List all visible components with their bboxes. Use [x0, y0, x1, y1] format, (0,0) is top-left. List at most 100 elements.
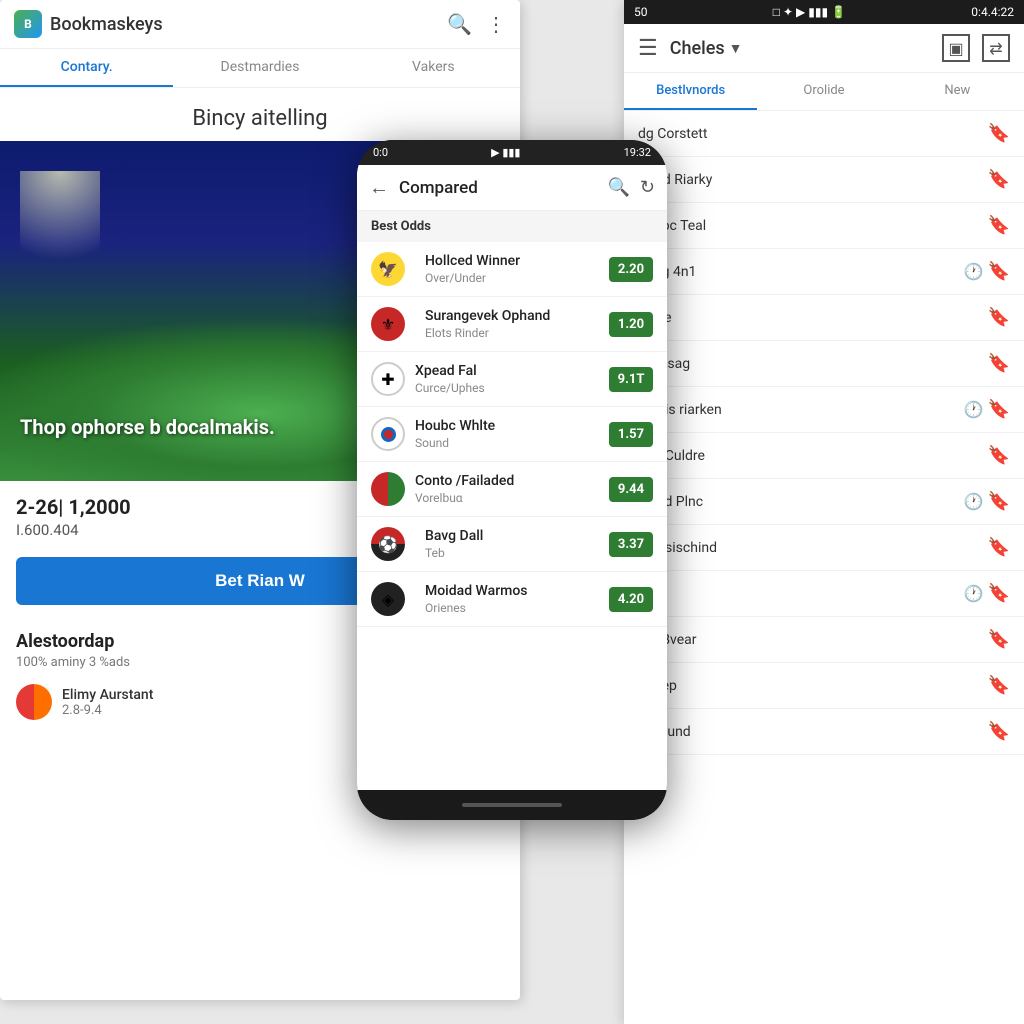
- phone-status-bar: 0:0 ▶ ▮▮▮ 19:32: [357, 140, 667, 165]
- bookmark-icon: 🔖: [988, 307, 1010, 328]
- right-item-name: ami Culdre: [638, 448, 988, 464]
- app-icon-text: B: [24, 17, 32, 31]
- status-icons: □ ✦ ▶ ▮▮▮ 🔋: [773, 5, 846, 19]
- clock-icon: 🕐: [964, 400, 984, 419]
- status-left: 50: [634, 5, 648, 19]
- item-info: Bavg Dall Teb: [425, 528, 609, 560]
- bookmark-icon: 🔖: [988, 261, 1010, 282]
- odds-badge: 4.20: [609, 587, 653, 612]
- phone-list-item[interactable]: ◈ Moidad Warmos Orienes 4.20: [357, 572, 667, 627]
- tab-vakers[interactable]: Vakers: [347, 49, 520, 87]
- right-list-item[interactable]: rning 4n1 🕐 🔖: [624, 249, 1024, 295]
- tab-bestlvnords[interactable]: Bestlvnords: [624, 73, 757, 110]
- clock-icon: 🕐: [964, 492, 984, 511]
- bookmark-icon: 🔖: [988, 675, 1010, 696]
- odds-badge: 1.57: [609, 422, 653, 447]
- right-list-item[interactable]: get Bvear 🔖: [624, 617, 1024, 663]
- phone-list-item[interactable]: Conto /Failaded Vorelbuα 9.44: [357, 462, 667, 517]
- right-list-item[interactable]: ami Culdre 🔖: [624, 433, 1024, 479]
- team-logo: ⚽: [371, 527, 415, 561]
- bookmark-icon: 🔖: [988, 583, 1010, 604]
- team-logo: ✚: [371, 362, 405, 396]
- team-logo: [371, 472, 405, 506]
- back-arrow-icon[interactable]: ←: [369, 175, 389, 200]
- right-list-item[interactable]: ings 🕐 🔖: [624, 571, 1024, 617]
- stadium-overlay-text: Thop ophorse b docalmakis.: [20, 413, 275, 441]
- team-logo: ◈: [371, 582, 415, 616]
- item-name: Xpead Fal: [415, 363, 609, 379]
- more-icon[interactable]: ⋮: [486, 12, 506, 36]
- phone-list-item[interactable]: 🦅 Hollced Winner Over/Under 2.20: [357, 242, 667, 297]
- transfer-icon[interactable]: ⇄: [982, 34, 1010, 62]
- right-list-item[interactable]: dg Corstett 🔖: [624, 111, 1024, 157]
- odds-badge: 3.37: [609, 532, 653, 557]
- section-title: Bincy aitelling: [0, 88, 520, 141]
- right-item-name: TY Usag: [638, 356, 988, 372]
- right-list-item[interactable]: d arep 🔖: [624, 663, 1024, 709]
- right-top-bar: ☰ Cheles ▼ ▣ ⇄: [624, 24, 1024, 73]
- top-bar-icons: 🔍 ⋮: [447, 12, 506, 36]
- left-tabs: Contary. Destmardies Vakers: [0, 49, 520, 88]
- right-list-item[interactable]: gnolis riarken 🕐 🔖: [624, 387, 1024, 433]
- phone-list-item[interactable]: Houbc Whlte Sound 1.57: [357, 407, 667, 462]
- right-list-item[interactable]: rrited Riarky 🔖: [624, 157, 1024, 203]
- phone-list-item[interactable]: ⚽ Bavg Dall Teb 3.37: [357, 517, 667, 572]
- bookmark-icon: 🔖: [988, 353, 1010, 374]
- phone-list-item[interactable]: ⚜ Surangevek Ophand Elots Rinder 1.20: [357, 297, 667, 352]
- phone-refresh-icon[interactable]: ↻: [640, 177, 655, 198]
- item-sub: Vorelbuα: [415, 491, 609, 505]
- right-item-name: dg Corstett: [638, 126, 988, 142]
- tab-orolide[interactable]: Orolide: [757, 73, 890, 110]
- team-logo: 🦅: [371, 252, 415, 286]
- hamburger-icon[interactable]: ☰: [638, 36, 658, 61]
- item-sub: Sound: [415, 436, 609, 450]
- dropdown-arrow-icon[interactable]: ▼: [729, 40, 743, 57]
- phone-list: 🦅 Hollced Winner Over/Under 2.20 ⚜ Suran…: [357, 242, 667, 790]
- right-list-item[interactable]: TY Usag 🔖: [624, 341, 1024, 387]
- bookmark-icon: 🔖: [988, 721, 1010, 742]
- left-top-bar: B Bookmaskeys 🔍 ⋮: [0, 0, 520, 49]
- search-icon[interactable]: 🔍: [447, 12, 472, 36]
- item-sub: Curce/Uphes: [415, 381, 609, 395]
- odds-badge: 9.44: [609, 477, 653, 502]
- payment-info: Elimy Aurstant 2.8-9.4: [62, 687, 153, 718]
- right-top-icons: ▣ ⇄: [942, 34, 1010, 62]
- bookmark-icon: 🔖: [988, 123, 1010, 144]
- payment-icon: [16, 684, 52, 720]
- payment-amount: 2.8-9.4: [62, 703, 153, 718]
- item-sub: Teb: [425, 546, 609, 560]
- right-title-text: Cheles: [670, 38, 725, 59]
- bookmark-icon: 🔖: [988, 169, 1010, 190]
- phone-list-item[interactable]: ✚ Xpead Fal Curce/Uphes 9.1T: [357, 352, 667, 407]
- tab-contary[interactable]: Contary.: [0, 49, 173, 87]
- tab-new[interactable]: New: [891, 73, 1024, 110]
- status-time: 0:4.4:22: [971, 5, 1014, 19]
- right-list-item[interactable]: luded Plnc 🕐 🔖: [624, 479, 1024, 525]
- odds-badge: 2.20: [609, 257, 653, 282]
- right-title: Cheles ▼: [670, 38, 942, 59]
- right-list-item[interactable]: lovife 🔖: [624, 295, 1024, 341]
- right-list-item[interactable]: ldlesund 🔖: [624, 709, 1024, 755]
- phone-header: ← Compared 🔍 ↻: [357, 165, 667, 211]
- right-item-name: rrited Riarky: [638, 172, 988, 188]
- right-list-item[interactable]: e Besischind 🔖: [624, 525, 1024, 571]
- item-name: Conto /Failaded: [415, 473, 609, 489]
- phone-status-left: 0:0: [373, 146, 388, 159]
- right-item-name: rning 4n1: [638, 264, 964, 280]
- grid-icon[interactable]: ▣: [942, 34, 970, 62]
- item-info: Xpead Fal Curce/Uphes: [415, 363, 609, 395]
- item-name: Hollced Winner: [425, 253, 609, 269]
- item-name: Bavg Dall: [425, 528, 609, 544]
- bookmark-icon: 🔖: [988, 629, 1010, 650]
- phone-bottom-bar: [357, 790, 667, 820]
- right-status-bar: 50 □ ✦ ▶ ▮▮▮ 🔋 0:4.4:22: [624, 0, 1024, 24]
- phone-search-icon[interactable]: 🔍: [607, 177, 629, 198]
- tab-destmardies[interactable]: Destmardies: [173, 49, 346, 87]
- item-info: Houbc Whlte Sound: [415, 418, 609, 450]
- clock-icon: 🕐: [964, 584, 984, 603]
- item-info: Hollced Winner Over/Under: [425, 253, 609, 285]
- overlay-text-content: Thop ophorse b docalmakis.: [20, 415, 275, 439]
- right-item-name: gnolis riarken: [638, 402, 964, 418]
- right-list-item[interactable]: lontoc Teal 🔖: [624, 203, 1024, 249]
- phone-status-right: 19:32: [624, 146, 651, 159]
